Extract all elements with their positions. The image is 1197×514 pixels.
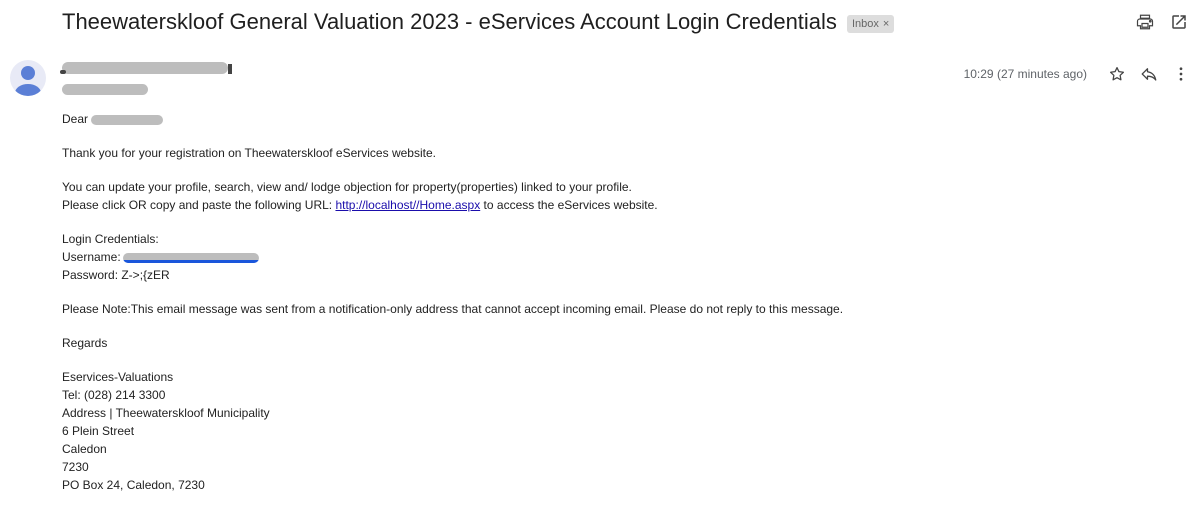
thread-actions: [1135, 12, 1189, 32]
open-in-new-window-icon[interactable]: [1169, 12, 1189, 32]
note-line: Please Note:This email message was sent …: [62, 302, 844, 316]
print-icon[interactable]: [1135, 12, 1155, 32]
password-line: Password: Z->;{zER: [62, 268, 170, 282]
eservices-url-link[interactable]: http://localhost//Home.aspx: [335, 198, 480, 212]
username-line: Username:: [62, 248, 1162, 266]
message-meta: 10:29 (27 minutes ago): [964, 64, 1191, 84]
email-body: Dear Thank you for your registration on …: [62, 110, 1162, 494]
sender-name-redacted[interactable]: [60, 62, 232, 74]
message-timestamp[interactable]: 10:29 (27 minutes ago): [964, 67, 1087, 81]
email-subject-row: Theewaterskloof General Valuation 2023 -…: [62, 8, 895, 36]
more-vert-icon[interactable]: [1171, 64, 1191, 84]
update-line: You can update your profile, search, vie…: [62, 180, 632, 194]
account-avatar-icon: [15, 66, 41, 96]
reply-icon[interactable]: [1139, 64, 1159, 84]
url-line: Please click OR copy and paste the follo…: [62, 196, 1162, 214]
thanks-line: Thank you for your registration on Theew…: [62, 146, 436, 160]
star-icon[interactable]: [1107, 64, 1127, 84]
signature-line: Address | Theewaterskloof Municipality: [62, 406, 270, 420]
regards-line: Regards: [62, 336, 108, 350]
signature-line: 7230: [62, 460, 89, 474]
login-heading: Login Credentials:: [62, 232, 159, 246]
url-line-suffix: to access the eServices website.: [480, 198, 658, 212]
url-line-prefix: Please click OR copy and paste the follo…: [62, 198, 336, 212]
email-subject: Theewaterskloof General Valuation 2023 -…: [62, 9, 837, 34]
recipient-name-redacted: [91, 114, 164, 125]
greeting-line: Dear: [62, 110, 1162, 128]
inbox-label-chip[interactable]: Inbox ×: [846, 14, 895, 33]
username-email-link-redacted[interactable]: [122, 252, 259, 263]
username-label: Username:: [62, 250, 121, 264]
greeting: Dear: [62, 112, 92, 126]
remove-label-icon[interactable]: ×: [883, 18, 889, 30]
sender-avatar[interactable]: [10, 60, 46, 96]
inbox-label-text: Inbox: [851, 17, 879, 30]
signature-line: PO Box 24, Caledon, 7230: [62, 478, 205, 492]
signature-line: 6 Plein Street: [62, 424, 135, 438]
signature-line: Tel: (028) 214 3300: [62, 388, 166, 402]
signature-line: Eservices-Valuations: [62, 370, 174, 384]
recipient-line-redacted[interactable]: [62, 84, 148, 95]
signature-line: Caledon: [62, 442, 107, 456]
